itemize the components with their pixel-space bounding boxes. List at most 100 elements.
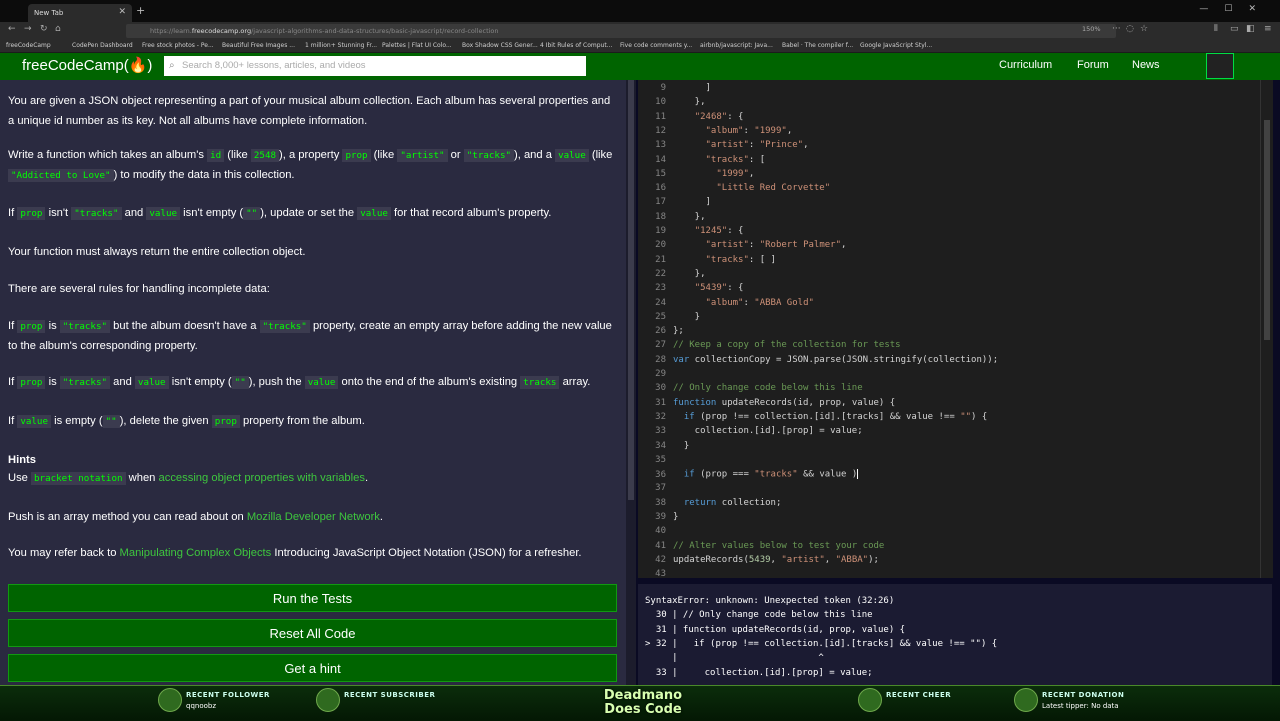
code-line[interactable]: 9 ] <box>638 83 711 97</box>
bookmark-item[interactable]: freeCodeCamp <box>6 42 51 49</box>
pocket-icon[interactable]: ◌ <box>1126 24 1134 34</box>
line-number: 41 <box>655 540 666 551</box>
output-line: SyntaxError: unknown: Unexpected token (… <box>645 596 895 606</box>
code-line[interactable]: 23 "5439": { <box>638 283 743 297</box>
description-paragraph: If prop isn't "tracks" and value isn't e… <box>8 207 552 220</box>
code-line[interactable]: 36 if (prop === "tracks" && value ) <box>638 469 859 483</box>
editor-scrollbar[interactable] <box>1260 80 1273 578</box>
nav-link-curriculum[interactable]: Curriculum <box>999 59 1052 71</box>
code-line[interactable]: 30// Only change code below this line <box>638 383 863 397</box>
line-number: 15 <box>655 168 666 179</box>
back-icon[interactable]: ← <box>8 24 16 34</box>
line-number: 28 <box>655 354 666 365</box>
bookmark-item[interactable]: Five code comments y... <box>620 42 692 49</box>
menu-icon[interactable]: ≡ <box>1264 24 1272 34</box>
nav-link-forum[interactable]: Forum <box>1077 59 1109 71</box>
more-icon[interactable]: ··· <box>1112 24 1121 34</box>
line-number: 31 <box>655 397 666 408</box>
fcc-logo[interactable]: freeCodeCamp(🔥) <box>22 56 152 74</box>
get-hint-button[interactable]: Get a hint <box>8 654 617 682</box>
output-line: 31 | function updateRecords(id, prop, va… <box>645 624 906 635</box>
bookmark-item[interactable]: Free stock photos - Pe... <box>142 42 214 49</box>
code-line[interactable]: 17 ] <box>638 197 711 211</box>
code-line[interactable]: 13 "artist": "Prince", <box>638 140 808 154</box>
line-number: 42 <box>655 554 666 565</box>
bookmark-item[interactable]: airbnb/javascript: Java... <box>700 42 773 49</box>
code-line[interactable]: 40 <box>638 526 673 540</box>
avatar[interactable] <box>1206 53 1234 79</box>
bookmark-star-icon[interactable]: ☆ <box>1140 24 1148 34</box>
hint-link[interactable]: accessing object properties with variabl… <box>159 472 365 484</box>
code-line[interactable]: 15 "1999", <box>638 169 754 183</box>
code-line[interactable]: 20 "artist": "Robert Palmer", <box>638 240 846 254</box>
code-line[interactable]: 37 <box>638 483 673 497</box>
code-line[interactable]: 41// Alter values below to test your cod… <box>638 541 884 555</box>
code-line[interactable]: 27// Keep a copy of the collection for t… <box>638 340 900 354</box>
code-line[interactable]: 34 } <box>638 441 689 455</box>
description-paragraph: If prop is "tracks" and value isn't empt… <box>8 376 591 389</box>
complex-objects-link[interactable]: Manipulating Complex Objects <box>120 547 272 559</box>
code-line[interactable]: 26}; <box>638 326 684 340</box>
sidebar-icon[interactable]: ▭ <box>1230 24 1239 34</box>
code-line[interactable]: 24 "album": "ABBA Gold" <box>638 298 814 312</box>
line-number: 26 <box>655 326 666 337</box>
reload-icon[interactable]: ↻ <box>40 24 48 34</box>
code-line[interactable]: 16 "Little Red Corvette" <box>638 183 830 197</box>
code-line[interactable]: 19 "1245": { <box>638 226 743 240</box>
hint-paragraph: Push is an array method you can read abo… <box>8 511 383 523</box>
code-line[interactable]: 22 }, <box>638 269 705 283</box>
zoom-level[interactable]: 150% <box>1082 25 1101 33</box>
extension-icon[interactable]: ◧ <box>1246 24 1255 34</box>
code-line[interactable]: 32 if (prop !== collection.[id].[tracks]… <box>638 412 987 426</box>
line-number: 9 <box>660 83 666 93</box>
code-line[interactable]: 35 <box>638 455 673 469</box>
forward-icon[interactable]: → <box>24 24 32 34</box>
code-line[interactable]: 25 } <box>638 312 700 326</box>
tab-close-icon[interactable]: ✕ <box>118 7 126 17</box>
browser-tab[interactable]: New Tab ✕ <box>28 4 132 22</box>
run-tests-button[interactable]: Run the Tests <box>8 584 617 612</box>
code-line[interactable]: 11 "2468": { <box>638 112 743 126</box>
code-line[interactable]: 42 updateRecords(5439, "artist", "ABBA"); <box>638 555 879 569</box>
bookmarks-bar: freeCodeCamp CodePen Dashboard Free stoc… <box>0 40 1280 53</box>
code-line[interactable]: 12 "album": "1999", <box>638 126 792 140</box>
output-line: 33 | collection.[id].[prop] = value; <box>645 667 873 678</box>
code-line[interactable]: 31 function updateRecords(id, prop, value… <box>638 398 895 412</box>
bookmark-item[interactable]: Palettes | Flat UI Colo... <box>382 42 452 49</box>
bookmark-item[interactable]: CodePen Dashboard <box>72 42 133 49</box>
window-controls-icon[interactable]: —☐✕ <box>1199 4 1272 14</box>
bookmark-item[interactable]: Google JavaScript Styl... <box>860 42 932 49</box>
scrollbar-thumb[interactable] <box>1264 120 1270 340</box>
home-icon[interactable]: ⌂ <box>55 24 61 34</box>
description-scrollbar[interactable] <box>626 80 636 685</box>
mdn-link[interactable]: Mozilla Developer Network <box>247 511 380 523</box>
code-line[interactable]: 10 }, <box>638 97 705 111</box>
scrollbar-thumb[interactable] <box>628 80 634 500</box>
reset-code-button[interactable]: Reset All Code <box>8 619 617 647</box>
search-input[interactable]: ⌕ Search 8,000+ lessons, articles, and v… <box>164 56 586 76</box>
code-line[interactable]: 39} <box>638 512 678 526</box>
line-number: 33 <box>655 426 666 437</box>
code-line[interactable]: 14 "tracks": [ <box>638 155 765 169</box>
code-line[interactable]: 33 collection.[id].[prop] = value; <box>638 426 863 440</box>
bookmark-item[interactable]: 1 million+ Stunning Fr... <box>305 42 377 49</box>
code-line[interactable]: 38 return collection; <box>638 498 781 512</box>
nav-link-news[interactable]: News <box>1132 59 1160 71</box>
code-line[interactable]: 18 }, <box>638 212 705 226</box>
code-editor[interactable]: 9 ] 10 }, 11 "2468": {12 "album": "1999", 1… <box>638 80 1272 578</box>
url-bar[interactable]: https://learn.freecodecamp.org/javascrip… <box>126 24 1116 38</box>
library-icon[interactable]: ⫴ <box>1214 24 1218 34</box>
follower-icon <box>158 688 182 712</box>
code-line[interactable]: 28 var collectionCopy = JSON.parse(JSON.s… <box>638 355 998 369</box>
code-line[interactable]: 43 <box>638 569 673 578</box>
donation-value: Latest tipper: No data <box>1042 702 1119 710</box>
bookmark-item[interactable]: Beautiful Free Images ... <box>222 42 295 49</box>
bookmark-item[interactable]: 4 Ibit Rules of Comput... <box>540 42 612 49</box>
code-line[interactable]: 21 "tracks": [ ] <box>638 255 776 269</box>
line-number: 38 <box>655 497 666 508</box>
code-line[interactable]: 29 <box>638 369 673 383</box>
new-tab-icon[interactable]: + <box>136 4 145 17</box>
bookmark-item[interactable]: Babel · The compiler f... <box>782 42 853 49</box>
test-output-console: SyntaxError: unknown: Unexpected token (… <box>638 584 1272 685</box>
bookmark-item[interactable]: Box Shadow CSS Gener... <box>462 42 538 49</box>
